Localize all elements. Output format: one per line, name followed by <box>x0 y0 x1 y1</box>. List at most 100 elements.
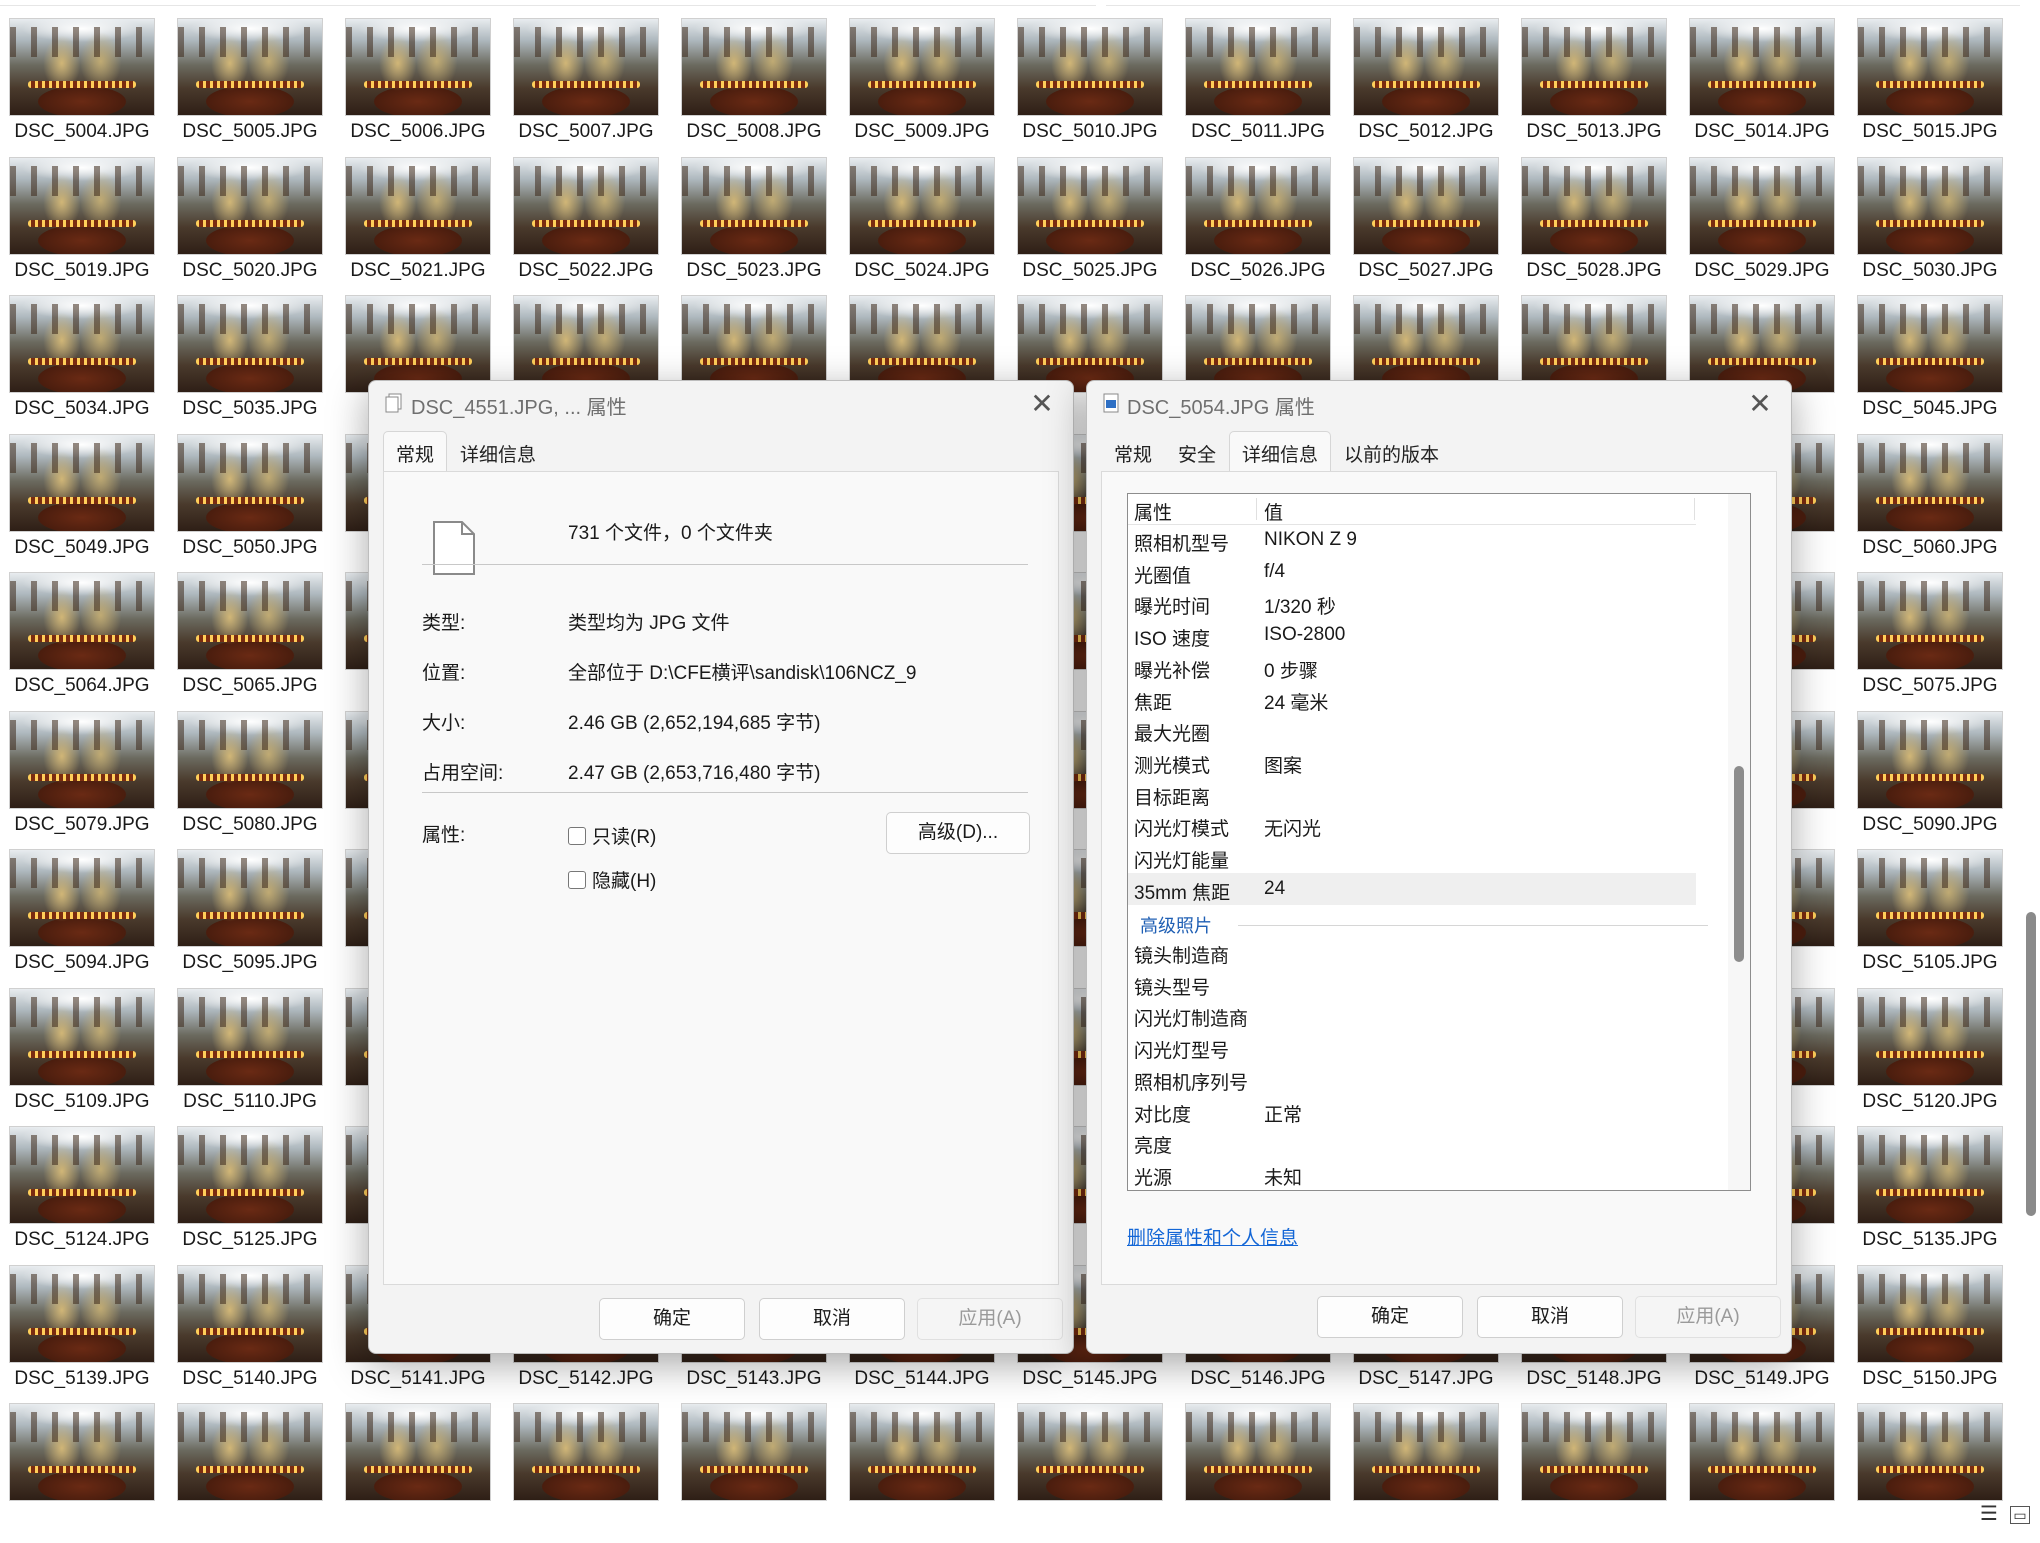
thumbnail-image[interactable] <box>1018 158 1162 254</box>
thumbnail-image[interactable] <box>682 1404 826 1500</box>
thumbnail-image[interactable] <box>1354 158 1498 254</box>
file-thumbnail[interactable] <box>1008 1404 1176 1543</box>
property-value[interactable]: 正常 <box>1264 1100 1302 1127</box>
remove-properties-link[interactable]: 删除属性和个人信息 <box>1127 1223 1298 1250</box>
thumbnail-image[interactable] <box>1522 19 1666 115</box>
property-value[interactable]: 1/320 秒 <box>1264 592 1336 619</box>
property-value[interactable]: 无闪光 <box>1264 814 1321 841</box>
thumbnail-image[interactable] <box>178 158 322 254</box>
file-thumbnail[interactable]: DSC_5027.JPG <box>1344 158 1512 297</box>
property-row[interactable]: 闪光灯制造商 <box>1128 999 1696 1031</box>
thumbnail-image[interactable] <box>1858 850 2002 946</box>
property-value[interactable]: f/4 <box>1264 561 1285 583</box>
apply-button[interactable]: 应用(A) <box>1635 1296 1781 1338</box>
file-thumbnail[interactable]: DSC_5024.JPG <box>840 158 1008 297</box>
thumbnail-image[interactable] <box>178 850 322 946</box>
thumbnail-image[interactable] <box>1018 1404 1162 1500</box>
thumbnail-image[interactable] <box>1186 158 1330 254</box>
thumbnail-image[interactable] <box>682 19 826 115</box>
file-thumbnail[interactable]: DSC_5004.JPG <box>0 19 168 158</box>
file-thumbnail[interactable] <box>672 1404 840 1543</box>
file-thumbnail[interactable]: DSC_5007.JPG <box>504 19 672 158</box>
file-thumbnail[interactable]: DSC_5065.JPG <box>168 573 336 712</box>
file-thumbnail[interactable]: DSC_5075.JPG <box>1848 573 2016 712</box>
thumbnail-image[interactable] <box>10 850 154 946</box>
hidden-checkbox[interactable]: 隐藏(H) <box>568 866 656 893</box>
thumbnail-image[interactable] <box>1690 296 1834 392</box>
thumbnail-image[interactable] <box>514 19 658 115</box>
thumbnail-image[interactable] <box>1354 19 1498 115</box>
thumbnail-image[interactable] <box>1858 1266 2002 1362</box>
file-thumbnail[interactable]: DSC_5020.JPG <box>168 158 336 297</box>
property-value[interactable]: 图案 <box>1264 751 1302 778</box>
tab-details[interactable]: 详细信息 <box>1229 431 1332 475</box>
thumbnail-image[interactable] <box>1018 19 1162 115</box>
file-thumbnail[interactable]: DSC_5006.JPG <box>336 19 504 158</box>
thumbnail-image[interactable] <box>346 296 490 392</box>
thumbnail-image[interactable] <box>514 158 658 254</box>
property-row[interactable]: 闪光灯能量 <box>1128 841 1696 873</box>
file-thumbnail[interactable] <box>1344 1404 1512 1543</box>
thumbnail-image[interactable] <box>1186 296 1330 392</box>
property-value[interactable]: 24 毫米 <box>1264 688 1328 715</box>
list-scrollbar-thumb[interactable] <box>1734 766 1744 962</box>
large-icons-view-icon[interactable]: ▭ <box>2010 1506 2030 1524</box>
file-thumbnail[interactable]: DSC_5140.JPG <box>168 1266 336 1405</box>
cancel-button[interactable]: 取消 <box>759 1298 905 1340</box>
tab-security[interactable]: 安全 <box>1165 431 1229 475</box>
property-value[interactable]: 24 <box>1264 878 1285 900</box>
file-thumbnail[interactable]: DSC_5090.JPG <box>1848 712 2016 851</box>
file-thumbnail[interactable]: DSC_5125.JPG <box>168 1127 336 1266</box>
property-row[interactable]: 35mm 焦距 24 <box>1128 872 1696 905</box>
readonly-checkbox[interactable]: 只读(R) <box>568 822 656 849</box>
file-thumbnail[interactable]: DSC_5023.JPG <box>672 158 840 297</box>
advanced-button[interactable]: 高级(D)... <box>886 812 1030 854</box>
property-row[interactable]: 光圈值 f/4 <box>1128 556 1696 588</box>
property-value[interactable]: ISO-2800 <box>1264 624 1345 646</box>
file-thumbnail[interactable]: DSC_5008.JPG <box>672 19 840 158</box>
column-divider[interactable] <box>1694 498 1695 520</box>
thumbnail-image[interactable] <box>850 158 994 254</box>
property-row[interactable]: 对比度 正常 <box>1128 1095 1696 1127</box>
ok-button[interactable]: 确定 <box>599 1298 745 1340</box>
file-thumbnail[interactable]: DSC_5079.JPG <box>0 712 168 851</box>
thumbnail-image[interactable] <box>346 1404 490 1500</box>
thumbnail-image[interactable] <box>10 19 154 115</box>
tab-general[interactable]: 常规 <box>383 431 448 475</box>
checkbox-box[interactable] <box>568 870 586 889</box>
file-thumbnail[interactable]: DSC_5013.JPG <box>1512 19 1680 158</box>
property-row[interactable]: 亮度 <box>1128 1126 1696 1158</box>
property-row[interactable]: 焦距 24 毫米 <box>1128 683 1696 715</box>
thumbnail-image[interactable] <box>1018 296 1162 392</box>
file-thumbnail[interactable]: DSC_5110.JPG <box>168 989 336 1128</box>
thumbnail-image[interactable] <box>1858 1127 2002 1223</box>
thumbnail-image[interactable] <box>10 1127 154 1223</box>
thumbnail-image[interactable] <box>346 19 490 115</box>
property-row[interactable]: 曝光补偿 0 步骤 <box>1128 651 1696 683</box>
property-row[interactable]: 镜头制造商 <box>1128 936 1696 968</box>
file-thumbnail[interactable]: DSC_5025.JPG <box>1008 158 1176 297</box>
file-thumbnail[interactable]: DSC_5029.JPG <box>1680 158 1848 297</box>
file-thumbnail[interactable]: DSC_5109.JPG <box>0 989 168 1128</box>
column-value[interactable]: 值 <box>1264 498 1283 525</box>
thumbnail-image[interactable] <box>10 989 154 1085</box>
thumbnail-image[interactable] <box>10 296 154 392</box>
details-view-icon[interactable]: ☰ <box>1978 1504 2000 1524</box>
tab-previous-versions[interactable]: 以前的版本 <box>1331 431 1452 475</box>
thumbnail-image[interactable] <box>178 1404 322 1500</box>
thumbnail-image[interactable] <box>1858 435 2002 531</box>
thumbnail-image[interactable] <box>1522 296 1666 392</box>
thumbnail-image[interactable] <box>1354 1404 1498 1500</box>
property-value[interactable]: NIKON Z 9 <box>1264 529 1357 551</box>
file-thumbnail[interactable]: DSC_5064.JPG <box>0 573 168 712</box>
thumbnail-image[interactable] <box>1522 1404 1666 1500</box>
file-thumbnail[interactable]: DSC_5034.JPG <box>0 296 168 435</box>
file-thumbnail[interactable]: DSC_5080.JPG <box>168 712 336 851</box>
thumbnail-image[interactable] <box>10 435 154 531</box>
file-thumbnail[interactable]: DSC_5060.JPG <box>1848 435 2016 574</box>
file-thumbnail[interactable]: DSC_5015.JPG <box>1848 19 2016 158</box>
file-thumbnail[interactable]: DSC_5120.JPG <box>1848 989 2016 1128</box>
property-value[interactable]: 未知 <box>1264 1163 1302 1190</box>
thumbnail-image[interactable] <box>178 1266 322 1362</box>
thumbnail-image[interactable] <box>178 296 322 392</box>
